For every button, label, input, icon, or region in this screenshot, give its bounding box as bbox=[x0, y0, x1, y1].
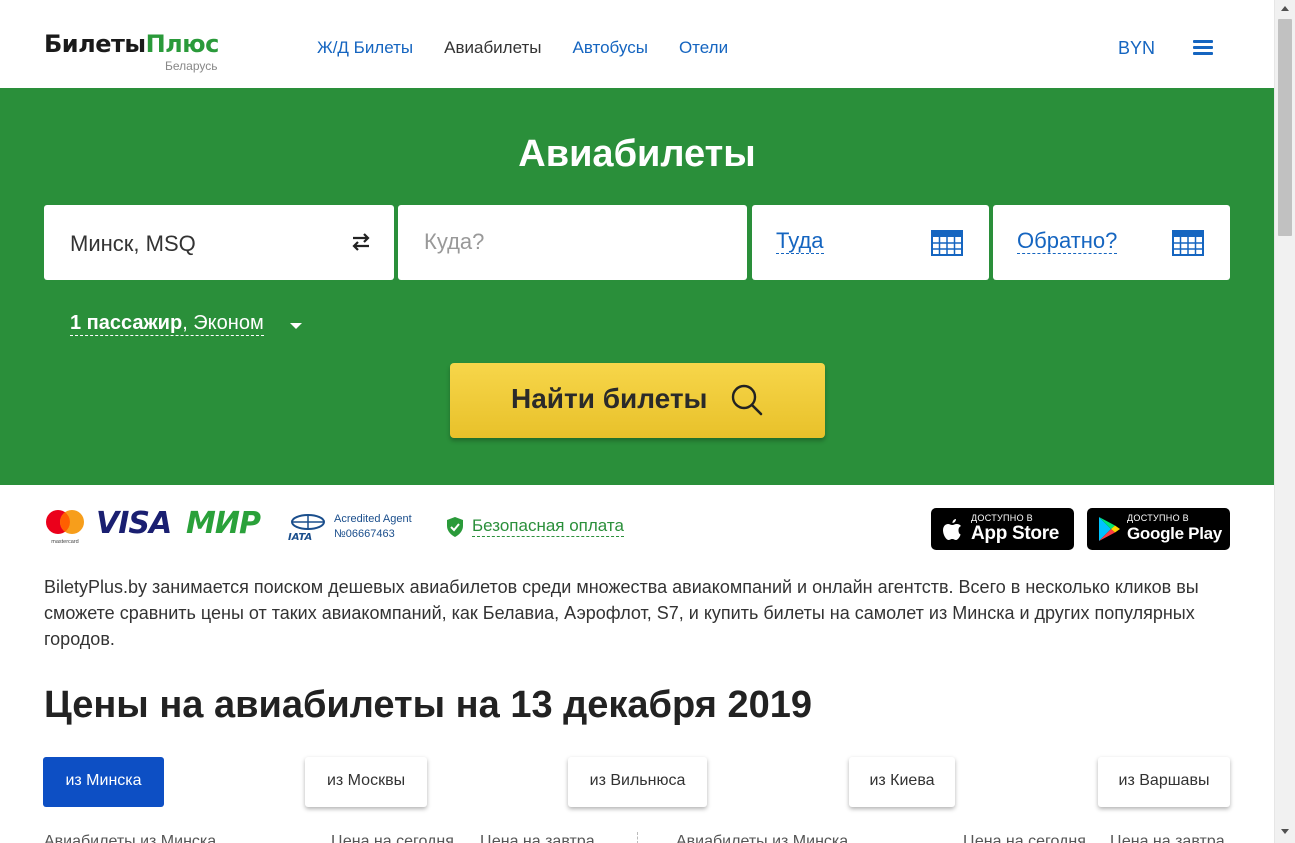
iata-line-2: №06667463 bbox=[334, 528, 395, 540]
table-header-route: Авиабилеты из Минска bbox=[44, 833, 217, 843]
scrollbar-thumb[interactable] bbox=[1278, 19, 1292, 236]
logo[interactable]: БилетыПлюс Беларусь bbox=[44, 30, 220, 72]
google-play-icon bbox=[1099, 517, 1120, 541]
destination-field[interactable]: Куда? bbox=[398, 205, 747, 280]
return-date-label[interactable]: Обратно? bbox=[1017, 228, 1118, 255]
table-header-price-today: Цена на сегодня bbox=[963, 833, 1086, 843]
prices-heading: Цены на авиабилеты на 13 декабря 2019 bbox=[44, 684, 812, 726]
tab-from-vilnius[interactable]: из Вильнюса bbox=[568, 757, 707, 807]
tab-from-moscow[interactable]: из Москвы bbox=[305, 757, 427, 807]
return-date-field[interactable]: Обратно? bbox=[993, 205, 1230, 280]
search-button[interactable]: Найти билеты bbox=[450, 363, 825, 438]
google-play-label: Google Play bbox=[1127, 524, 1222, 543]
passengers-count: 1 пассажир bbox=[70, 312, 183, 334]
departure-date-field[interactable]: Туда bbox=[752, 205, 989, 280]
shield-check-icon bbox=[447, 517, 463, 537]
destination-placeholder: Куда? bbox=[424, 229, 485, 254]
app-store-label: App Store bbox=[971, 523, 1060, 544]
tab-from-warsaw[interactable]: из Варшавы bbox=[1098, 757, 1230, 807]
scroll-up-arrow-icon[interactable] bbox=[1281, 6, 1289, 11]
nav-air-tickets[interactable]: Авиабилеты bbox=[444, 38, 541, 58]
google-play-small-text: ДОСТУПНО В bbox=[1127, 513, 1189, 523]
scroll-down-arrow-icon[interactable] bbox=[1281, 829, 1289, 834]
mir-logo: МИР bbox=[186, 506, 261, 541]
site-header: БилетыПлюс Беларусь Ж/Д Билеты Авиабилет… bbox=[0, 0, 1274, 88]
table-header-price-today: Цена на сегодня bbox=[331, 833, 454, 843]
page-title: Авиабилеты bbox=[518, 133, 756, 175]
calendar-icon[interactable] bbox=[1172, 230, 1204, 256]
secure-payment-link[interactable]: Безопасная оплата bbox=[472, 516, 624, 538]
table-header-price-tomorrow: Цена на завтра bbox=[480, 833, 595, 843]
logo-text-plus: Плюс bbox=[145, 30, 220, 58]
logo-subtitle: Беларусь bbox=[165, 59, 218, 73]
app-store-small-text: ДОСТУПНО В bbox=[971, 513, 1033, 523]
tab-from-kiev[interactable]: из Киева bbox=[849, 757, 955, 807]
table-header-route: Авиабилеты из Минска bbox=[676, 833, 849, 843]
nav-hotels[interactable]: Отели bbox=[679, 38, 728, 58]
nav-buses[interactable]: Автобусы bbox=[573, 38, 648, 58]
iata-mark: IATA bbox=[288, 532, 312, 543]
google-play-badge[interactable]: ДОСТУПНО В Google Play bbox=[1087, 508, 1230, 550]
iata-line-1: Acredited Agent bbox=[334, 513, 412, 525]
calendar-icon[interactable] bbox=[931, 230, 963, 256]
origin-value: Минск, MSQ bbox=[70, 231, 196, 256]
cabin-class: , Эконом bbox=[182, 312, 264, 334]
table-header-price-tomorrow: Цена на завтра bbox=[1110, 833, 1225, 843]
mastercard-caption: mastercard bbox=[51, 539, 79, 545]
currency-selector[interactable]: BYN bbox=[1118, 38, 1155, 59]
main-nav: Ж/Д Билеты Авиабилеты Автобусы Отели bbox=[317, 38, 728, 58]
site-description: BiletyPlus.by занимается поиском дешевых… bbox=[44, 577, 1199, 649]
table-divider bbox=[637, 832, 638, 843]
vertical-scrollbar[interactable] bbox=[1274, 0, 1295, 843]
logo-text: Билеты bbox=[44, 30, 146, 58]
swap-icon[interactable] bbox=[350, 231, 372, 253]
hamburger-icon[interactable] bbox=[1193, 40, 1213, 56]
tab-from-minsk[interactable]: из Минска bbox=[43, 757, 164, 807]
passengers-class-selector[interactable]: 1 пассажир, Эконом bbox=[70, 311, 264, 336]
app-store-badge[interactable]: ДОСТУПНО В App Store bbox=[931, 508, 1074, 550]
search-icon bbox=[731, 384, 763, 416]
iata-accreditation: Acredited Agent №06667463 bbox=[334, 512, 412, 542]
mastercard-logo: mastercard bbox=[46, 510, 84, 545]
search-hero: Авиабилеты Минск, MSQ Куда? Туда Обратно… bbox=[0, 88, 1274, 485]
visa-logo: VISA bbox=[96, 506, 172, 541]
iata-logo: IATA bbox=[288, 514, 325, 543]
search-button-label: Найти билеты bbox=[511, 383, 708, 414]
caret-down-icon[interactable] bbox=[290, 323, 302, 329]
apple-icon bbox=[943, 519, 961, 540]
departure-date-label[interactable]: Туда bbox=[776, 228, 824, 255]
nav-train-tickets[interactable]: Ж/Д Билеты bbox=[317, 38, 413, 58]
origin-field[interactable]: Минск, MSQ bbox=[44, 205, 394, 280]
